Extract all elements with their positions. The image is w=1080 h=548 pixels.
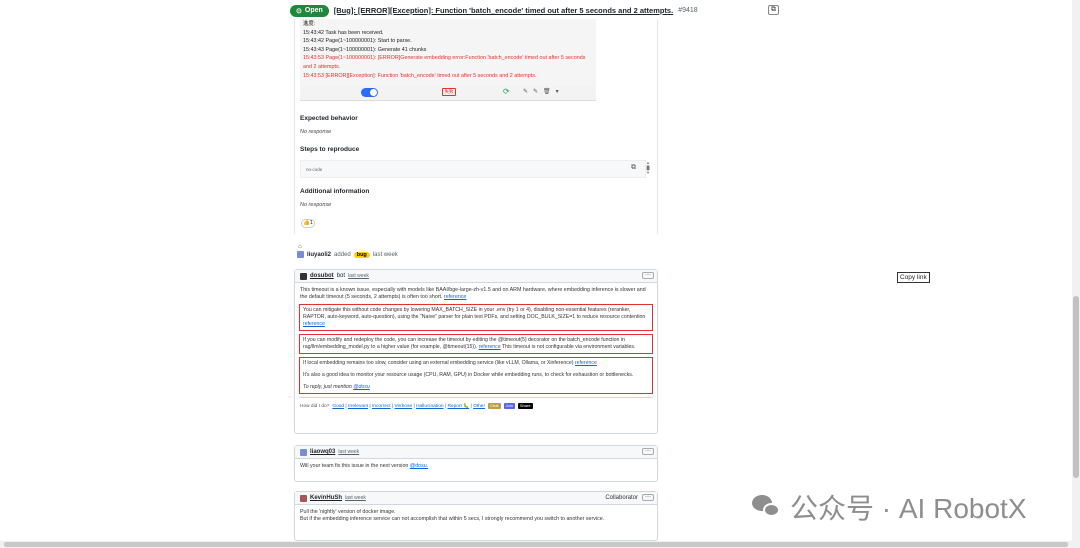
additional-text: No response — [300, 202, 332, 208]
feedback-row: How did I do? Good | Irrelevant | Incorr… — [295, 400, 657, 412]
collaborator-badge: Collaborator — [605, 495, 638, 501]
collaborator-comment: KevinHuSh last week Collaborator ··· Pul… — [294, 491, 658, 541]
more-options-icon[interactable]: ··· — [642, 494, 654, 501]
log-line: 15:43:43 Page(1~100000001): Generate 41 … — [303, 46, 427, 53]
feedback-prompt: How did I do? — [300, 403, 330, 409]
highlight-box: If local embedding remains too slow, con… — [299, 357, 653, 395]
paragraph-text: To reply, just mention — [303, 384, 352, 391]
paragraph-text: This timeout is not configurable via env… — [501, 344, 636, 351]
mention-link[interactable]: @dosu. — [410, 463, 428, 469]
watermark-text: 公众号 · AI RobotX — [790, 493, 1027, 524]
steps-code-text: no-code — [306, 167, 323, 172]
status-badge: ⊙ Open — [290, 4, 329, 17]
feedback-link[interactable]: Incorrect — [372, 404, 391, 409]
avatar — [300, 272, 307, 280]
expected-heading: Expected behavior — [300, 115, 358, 122]
comment-header: KevinHuSh last week Collaborator ··· — [295, 492, 657, 505]
expected-text: No response — [300, 129, 332, 135]
avatar — [297, 251, 304, 258]
comment-author[interactable]: KevinHuSh — [310, 495, 342, 501]
log-toolbar: 失败 ⟳ ✎✎🗑▾ — [300, 86, 596, 100]
feedback-link[interactable]: Irrelevant — [348, 404, 368, 409]
watermark: 公众号 · AI RobotX — [752, 487, 1027, 527]
vertical-scroll-thumb[interactable] — [1073, 296, 1079, 478]
failed-tag: 失败 — [442, 88, 456, 96]
mention-link[interactable]: @dosu — [353, 384, 370, 390]
reference-link[interactable]: reference — [479, 344, 501, 350]
comment-author[interactable]: dosubot — [310, 273, 334, 279]
highlight-box: If you can modify and redeploy the code,… — [299, 334, 653, 355]
comment-time[interactable]: last week — [348, 273, 369, 279]
comment-time[interactable]: last week — [345, 495, 366, 501]
issue-number: #9418 — [678, 7, 698, 14]
additional-heading: Additional information — [300, 188, 370, 195]
bug-label[interactable]: bug — [353, 251, 370, 258]
event-action: added — [334, 251, 351, 258]
copy-icon[interactable]: ⧉ — [768, 5, 779, 15]
paragraph-text: This timeout is a known issue, especiall… — [300, 287, 646, 301]
reference-link[interactable]: reference — [444, 294, 466, 300]
status-label: Open — [304, 7, 323, 14]
bot-badge: bot — [336, 273, 346, 279]
tag-icon: ⌂ — [298, 244, 302, 250]
comment-text: Will your team fix this issue in the nex… — [300, 463, 409, 469]
bot-comment: dosubot bot last week ··· This timeout i… — [294, 269, 658, 434]
log-line: 15:43:53 [ERROR][Exception]: Function 'b… — [303, 72, 537, 79]
log-line: 15:43:42 Task has been received. — [303, 29, 384, 36]
feedback-link[interactable]: Good — [332, 404, 344, 409]
comment-time[interactable]: last week — [338, 449, 359, 455]
action-icons[interactable]: ✎✎🗑▾ — [523, 88, 564, 95]
paragraph-text: It's also a good idea to monitor your re… — [303, 372, 634, 379]
toggle-switch[interactable] — [361, 88, 378, 97]
feedback-link[interactable]: Verbose — [395, 404, 413, 409]
divider — [299, 397, 653, 399]
copy-link-tooltip: Copy link — [897, 272, 930, 283]
steps-heading: Steps to reproduce — [300, 146, 360, 153]
more-options-icon[interactable]: ··· — [642, 448, 654, 455]
log-heading: 進度: — [303, 21, 316, 27]
log-line: 15:43:42 Page(1~100000001): Start to par… — [303, 38, 412, 45]
chat-pill[interactable]: Chat — [488, 403, 501, 410]
comment-paragraph: This timeout is a known issue, especiall… — [295, 283, 657, 301]
reference-link[interactable]: reference — [303, 321, 325, 327]
comment-text: Pull the 'nightly' version of docker ima… — [300, 509, 396, 515]
open-icon: ⊙ — [296, 7, 302, 15]
comment-author[interactable]: liaowq03 — [310, 449, 335, 455]
code-scrollbar[interactable]: ▲ █ ▼ — [645, 160, 651, 178]
log-lines: 15:43:42 Task has been received. 15:43:42… — [303, 29, 593, 81]
more-options-icon[interactable]: ··· — [642, 272, 654, 279]
feedback-link[interactable]: Other — [473, 404, 485, 409]
feedback-link[interactable]: Report 🐛 — [447, 404, 469, 409]
event-user[interactable]: liuyaoli2 — [307, 252, 331, 258]
avatar — [300, 494, 307, 502]
wechat-icon — [752, 495, 782, 519]
comment-header: dosubot bot last week ··· — [295, 270, 657, 283]
event-time: last week — [372, 251, 398, 258]
refresh-icon[interactable]: ⟳ — [503, 87, 510, 96]
user-comment: liaowq03 last week ··· Will your team fi… — [294, 445, 658, 482]
feedback-link[interactable]: Hallucination — [416, 404, 443, 409]
issue-title[interactable]: [Bug]: [ERROR][Exception]: Function 'bat… — [334, 6, 673, 15]
log-line: 15:43:53 Page(1~100000001): [ERROR]Gener… — [303, 55, 586, 70]
comment-text: But if the embedding inference service c… — [300, 516, 605, 523]
comment-header: liaowq03 last week ··· — [295, 446, 657, 459]
feedback-links: Good | Irrelevant | Incorrect | Verbose … — [332, 404, 485, 409]
label-event: liuyaoli2 added bug last week — [297, 251, 398, 258]
issue-header: ⊙ Open [Bug]: [ERROR][Exception]: Functio… — [290, 3, 698, 18]
comment-body: Will your team fix this issue in the nex… — [295, 459, 657, 474]
steps-code: no-code — [300, 160, 646, 178]
comment-body: Pull the 'nightly' version of docker ima… — [295, 505, 657, 527]
copy-code-icon[interactable]: ⧉ — [631, 164, 636, 172]
share-pill[interactable]: Share — [517, 403, 533, 410]
reference-link[interactable]: reference — [575, 360, 597, 366]
reaction-button[interactable]: 👍1 — [301, 219, 315, 228]
paragraph-text: You can mitigate this without code chang… — [303, 307, 646, 321]
horizontal-scroll-thumb[interactable] — [4, 542, 1068, 547]
paragraph-text: If local embedding remains too slow, con… — [303, 360, 574, 367]
join-pill[interactable]: Join — [503, 403, 515, 410]
avatar — [300, 448, 307, 456]
highlight-box: You can mitigate this without code chang… — [299, 304, 653, 332]
